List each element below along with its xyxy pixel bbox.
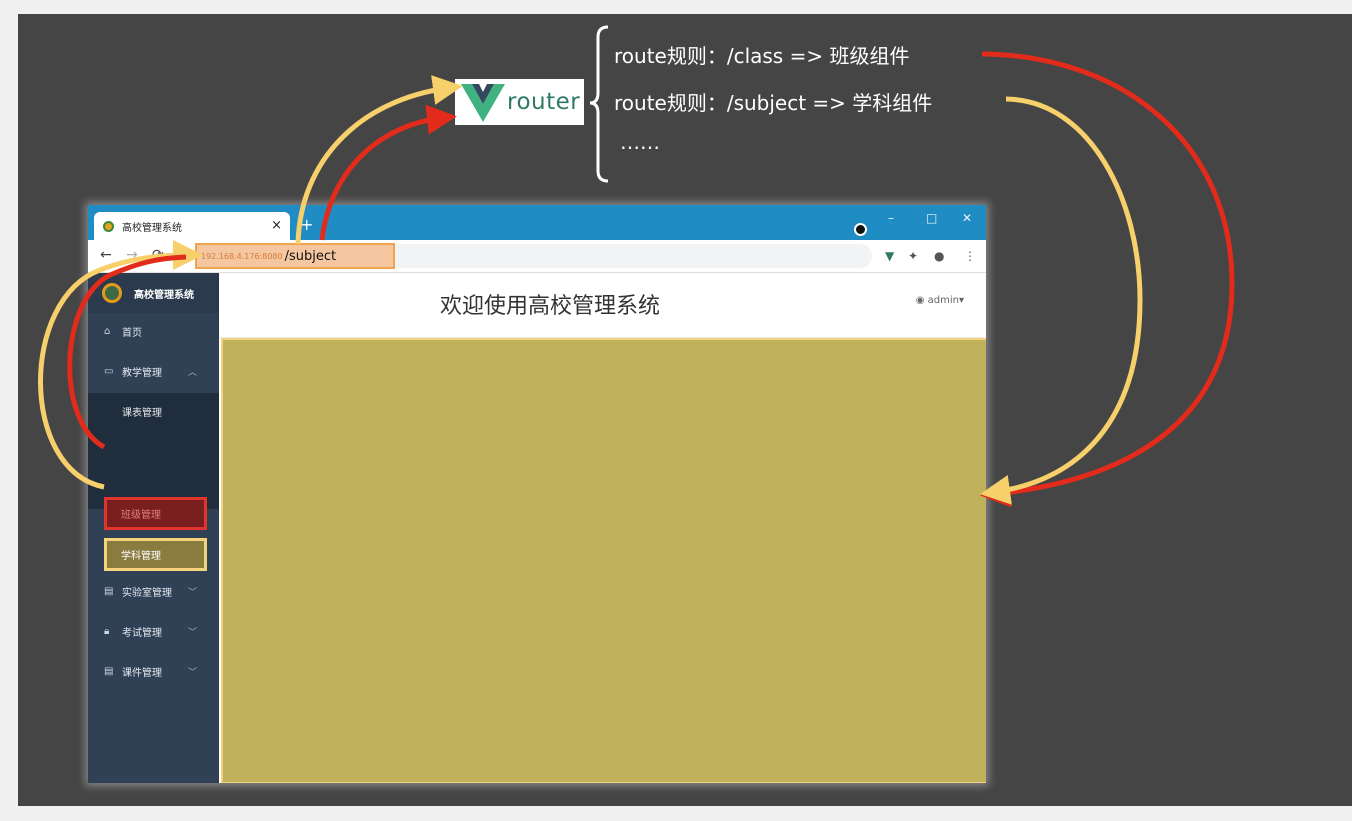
browser-toolbar: ← → ⟳ 192.168.4.176:8080 /subject ▼ ✦ ● … (88, 240, 986, 273)
sidebar-logo: 高校管理系统 (88, 273, 219, 313)
sidebar-title: 高校管理系统 (134, 289, 194, 301)
new-tab-button[interactable]: + (300, 215, 313, 234)
submenu-item-timetable[interactable]: 课表管理 (88, 393, 219, 429)
router-logo-text: router (507, 89, 581, 115)
user-icon: ◉ (915, 295, 925, 306)
welcome-title: 欢迎使用高校管理系统 (440, 294, 661, 319)
submenu-item-subject[interactable]: 学科管理 (104, 538, 207, 571)
record-icon (854, 223, 867, 236)
submenu-label: 课表管理 (122, 407, 162, 419)
menu-label: 考试管理 (122, 627, 162, 639)
more-menu-icon[interactable]: ⋮ (964, 249, 976, 263)
reload-icon[interactable]: ⟳ (152, 247, 164, 263)
menu-item-home[interactable]: ⌂ 首页 (88, 313, 219, 349)
user-name: admin (927, 295, 959, 306)
teaching-submenu: 课表管理 (88, 393, 219, 509)
doc-icon: ▤ (104, 665, 114, 677)
vue-router-logo: router (455, 79, 584, 125)
menu-label: 课件管理 (122, 667, 162, 679)
caret-down-icon: ▾ (958, 295, 964, 306)
url-highlight[interactable]: 192.168.4.176:8080 /subject (195, 243, 395, 269)
menu-label: 首页 (122, 327, 142, 339)
favicon-icon (103, 220, 114, 232)
router-view-content (221, 338, 986, 783)
menu-item-teaching[interactable]: ▭ 教学管理 ︿ (88, 353, 219, 389)
chevron-down-icon: ﹀ (187, 627, 197, 638)
chevron-down-icon: ﹀ (187, 667, 197, 678)
doc-icon: ▤ (104, 585, 114, 597)
sidebar: 高校管理系统 ⌂ 首页 ▭ 教学管理 ︿ 课表管理 班级管理 学科管理 ▤ 实验… (88, 273, 219, 783)
app-header: 欢迎使用高校管理系统 ◉ admin▾ (219, 273, 986, 337)
back-icon[interactable]: ← (100, 247, 112, 263)
tab-close-icon[interactable]: × (271, 218, 282, 233)
minimize-button[interactable]: – (888, 211, 894, 225)
route-rule-class: route规则：/class => 班级组件 (614, 44, 910, 68)
route-rule-subject: route规则：/subject => 学科组件 (614, 91, 933, 115)
menu-item-lab[interactable]: ▤ 实验室管理 ﹀ (88, 573, 219, 609)
url-path: /subject (284, 248, 337, 264)
browser-titlebar: 高校管理系统 × + – □ ✕ (88, 205, 986, 240)
submenu-item-class[interactable]: 班级管理 (104, 497, 207, 530)
extensions-icon[interactable]: ✦ (908, 249, 918, 263)
close-window-button[interactable]: ✕ (962, 211, 972, 225)
menu-label: 教学管理 (122, 367, 162, 379)
lock-icon: 🔒︎ (104, 625, 110, 637)
vue-logo-icon (461, 84, 505, 122)
menu-label: 实验室管理 (122, 587, 172, 599)
route-rule-more: …… (620, 130, 660, 154)
user-menu[interactable]: ◉ admin▾ (916, 295, 964, 306)
monitor-icon: ▭ (104, 365, 114, 377)
home-icon: ⌂ (104, 325, 111, 337)
vue-devtools-icon[interactable]: ▼ (885, 249, 894, 263)
browser-window: 高校管理系统 × + – □ ✕ ← → ⟳ 192.168.4.176:808… (88, 205, 986, 783)
maximize-button[interactable]: □ (926, 211, 937, 225)
chevron-down-icon: ﹀ (187, 587, 197, 598)
menu-item-exam[interactable]: 🔒︎ 考试管理 ﹀ (88, 613, 219, 649)
tab-title: 高校管理系统 (122, 222, 182, 234)
chevron-up-icon: ︿ (187, 367, 197, 378)
rules-brace (590, 25, 609, 183)
school-logo-icon (102, 283, 122, 303)
profile-icon[interactable]: ● (934, 249, 944, 263)
menu-item-courseware[interactable]: ▤ 课件管理 ﹀ (88, 653, 219, 689)
browser-tab[interactable]: 高校管理系统 × (94, 212, 290, 240)
url-host: 192.168.4.176:8080 (201, 251, 283, 261)
forward-icon[interactable]: → (126, 247, 138, 263)
